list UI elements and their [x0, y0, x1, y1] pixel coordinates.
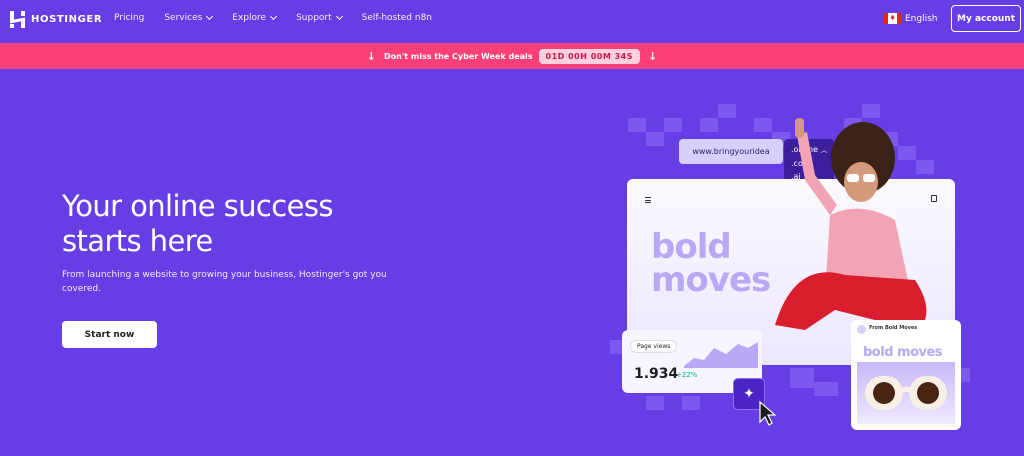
- chevron-down-icon: [335, 12, 343, 21]
- model-photo: [775, 118, 927, 330]
- countdown-timer: 01D 00H 00M 34S: [538, 48, 640, 64]
- canada-flag-icon: ♦: [884, 13, 901, 24]
- hero-title: Your online success starts here: [62, 189, 333, 259]
- headline-line-2: moves: [651, 260, 771, 300]
- nav-label: Services: [164, 13, 203, 23]
- hamburger-icon: [645, 197, 651, 203]
- nav-item-support[interactable]: Support: [296, 12, 343, 23]
- arrow-down-icon: ↓: [366, 49, 376, 63]
- hero-illustration: www.bringyouridea .online ︿ .com .ai bol…: [600, 100, 1024, 456]
- sunglasses-image: [857, 362, 955, 424]
- page-views-value: 1.934: [634, 366, 679, 382]
- language-label: English: [905, 13, 938, 24]
- cursor-icon: [759, 400, 777, 426]
- language-selector[interactable]: ♦ English: [884, 13, 938, 24]
- chevron-down-icon: [206, 12, 214, 21]
- page-views-change: +22%: [676, 371, 698, 379]
- sunglasses-icon: [865, 376, 947, 410]
- nav-item-explore[interactable]: Explore: [232, 12, 278, 23]
- promo-text: Don't miss the Cyber Week deals: [384, 51, 533, 61]
- arrow-down-icon: ↓: [647, 49, 658, 63]
- top-navbar: HOSTINGER Pricing Services Explore Suppo…: [0, 0, 1024, 40]
- hostinger-logo-icon: [10, 11, 25, 28]
- trend-chart-icon: [684, 342, 758, 368]
- domain-search-chip: www.bringyouridea: [679, 139, 783, 164]
- nav-item-pricing[interactable]: Pricing: [114, 13, 144, 23]
- hero-title-line-2: starts here: [62, 224, 213, 258]
- promo-banner[interactable]: ↓ Don't miss the Cyber Week deals 01D 00…: [0, 43, 1024, 69]
- nav-item-services[interactable]: Services: [164, 12, 214, 23]
- main-menu: Pricing Services Explore Support Self-ho…: [114, 12, 452, 23]
- nav-label: Support: [296, 13, 332, 23]
- page-views-label: Page views: [630, 340, 678, 353]
- brand-logo[interactable]: HOSTINGER: [10, 11, 102, 28]
- nav-item-self-hosted-n8n[interactable]: Self-hosted n8n: [362, 13, 432, 23]
- nav-label: Explore: [232, 13, 267, 23]
- brand-name: HOSTINGER: [31, 14, 103, 25]
- nav-label: Self-hosted n8n: [361, 13, 433, 23]
- avatar: [857, 325, 866, 334]
- nav-label: Pricing: [114, 13, 145, 23]
- hero-title-line-1: Your online success: [62, 189, 333, 223]
- social-post-card: From Bold Moves bold moves: [851, 320, 961, 430]
- social-post-text: bold moves: [863, 345, 943, 360]
- hero-subtitle: From launching a website to growing your…: [62, 270, 387, 294]
- my-account-button[interactable]: My account: [951, 5, 1021, 32]
- chevron-down-icon: [270, 12, 278, 21]
- bold-moves-headline: bold moves: [651, 230, 771, 300]
- social-post-title: From Bold Moves: [869, 325, 918, 331]
- start-now-button[interactable]: Start now: [62, 321, 157, 348]
